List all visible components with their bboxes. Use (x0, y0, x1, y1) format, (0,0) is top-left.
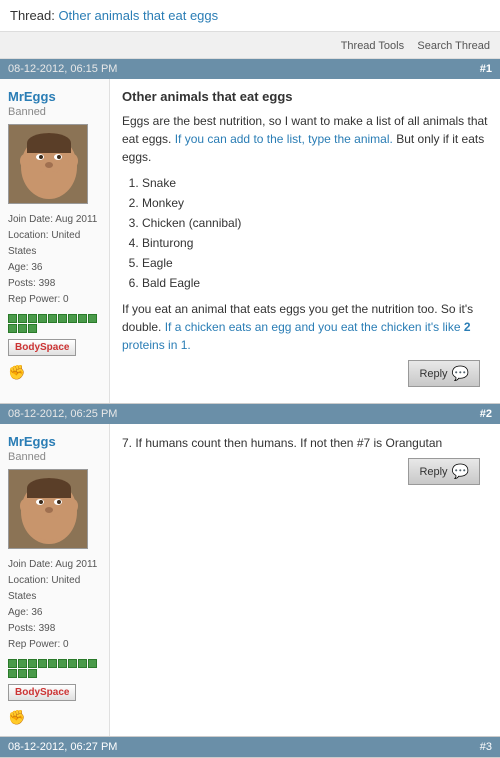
post-1-details: Join Date: Aug 2011 Location: United Sta… (8, 212, 101, 308)
rep-block (38, 314, 47, 323)
rep-block (28, 324, 37, 333)
thread-title-link[interactable]: Other animals that eat eggs (58, 8, 218, 23)
rep-block (8, 324, 17, 333)
rep-block (38, 659, 47, 668)
post-2-text: 7. If humans count then humans. If not t… (122, 434, 488, 452)
post-1: 08-12-2012, 06:15 PM #1 MrEggs Banned (0, 59, 500, 404)
post-2-send-message-icon[interactable]: ✊ (8, 709, 101, 726)
reply-quote-icon: 💬 (452, 365, 469, 382)
rep-block (18, 659, 27, 668)
post-1-username: MrEggs (8, 89, 101, 104)
rep-block (18, 324, 27, 333)
post-2: 08-12-2012, 06:25 PM #2 MrEggs Banned (0, 404, 500, 737)
post-2-header: 08-12-2012, 06:25 PM #2 (0, 404, 500, 424)
reply-quote-icon-2: 💬 (452, 463, 469, 480)
rep-block (48, 314, 57, 323)
post-1-user-info: MrEggs Banned (0, 79, 110, 403)
rep-block (68, 314, 77, 323)
rep-block (28, 314, 37, 323)
rep-block (18, 669, 27, 678)
rep-block (68, 659, 77, 668)
rep-block (18, 314, 27, 323)
post-1-reply-area: Reply 💬 (122, 354, 488, 393)
post-2-content: 7. If humans count then humans. If not t… (110, 424, 500, 736)
post-1-date: 08-12-2012, 06:15 PM (8, 63, 117, 75)
thread-tools-link[interactable]: Thread Tools (341, 40, 404, 52)
post-1-rep-bar (8, 314, 101, 333)
post-1-reply-button[interactable]: Reply 💬 (408, 360, 480, 387)
post-2-reply-area: Reply 💬 (122, 452, 488, 491)
search-thread-link[interactable]: Search Thread (417, 40, 490, 52)
post-1-num: #1 (480, 63, 492, 75)
rep-block (28, 659, 37, 668)
toolbar: Thread Tools Search Thread (0, 32, 500, 59)
post-1-content: Other animals that eat eggs Eggs are the… (110, 79, 500, 403)
avatar-image-2 (9, 470, 88, 549)
thread-header: Thread: Other animals that eat eggs (0, 0, 500, 32)
post-3-header: 08-12-2012, 06:27 PM #3 (0, 737, 500, 757)
rep-block (88, 314, 97, 323)
post-1-text: Eggs are the best nutrition, so I want t… (122, 112, 488, 354)
rep-block (8, 659, 17, 668)
post-3-date: 08-12-2012, 06:27 PM (8, 741, 117, 753)
rep-block (48, 659, 57, 668)
rep-block (58, 314, 67, 323)
post-2-user-info: MrEggs Banned (0, 424, 110, 736)
rep-block (8, 314, 17, 323)
rep-block (28, 669, 37, 678)
post-2-username: MrEggs (8, 434, 101, 449)
post-3-num: #3 (480, 741, 492, 753)
post-1-body: MrEggs Banned (0, 79, 500, 403)
post-1-header: 08-12-2012, 06:15 PM #1 (0, 59, 500, 79)
post-2-num: #2 (480, 408, 492, 420)
rep-block (78, 314, 87, 323)
post-1-avatar (8, 124, 88, 204)
post-1-status: Banned (8, 106, 101, 118)
post-1-title: Other animals that eat eggs (122, 89, 488, 104)
rep-block (88, 659, 97, 668)
post-2-avatar (8, 469, 88, 549)
rep-block (8, 669, 17, 678)
post-3: 08-12-2012, 06:27 PM #3 (0, 737, 500, 758)
thread-title: Thread: Other animals that eat eggs (10, 8, 218, 23)
avatar-image (9, 125, 88, 204)
post-2-details: Join Date: Aug 2011 Location: United Sta… (8, 557, 101, 653)
post-2-date: 08-12-2012, 06:25 PM (8, 408, 117, 420)
rep-block (58, 659, 67, 668)
post-1-bodyspace-btn[interactable]: BodySpace (8, 339, 76, 356)
post-2-status: Banned (8, 451, 101, 463)
rep-block (78, 659, 87, 668)
post-1-send-message-icon[interactable]: ✊ (8, 364, 101, 381)
post-2-bodyspace-btn[interactable]: BodySpace (8, 684, 76, 701)
post-2-reply-button[interactable]: Reply 💬 (408, 458, 480, 485)
post-2-body: MrEggs Banned (0, 424, 500, 736)
